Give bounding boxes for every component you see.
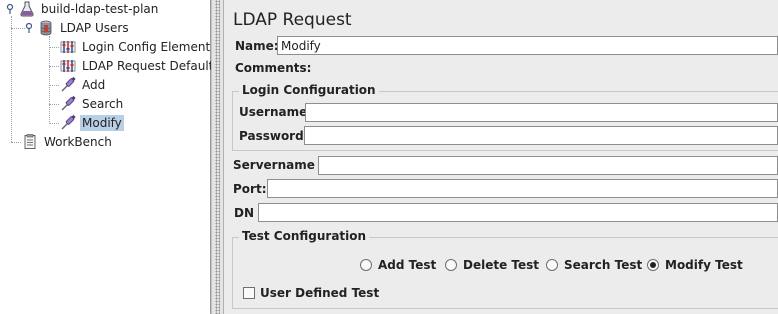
- divider-grip: [215, 0, 220, 314]
- port-field[interactable]: [267, 179, 778, 198]
- radio-delete-test[interactable]: Delete Test: [445, 257, 539, 273]
- tree-connector: [49, 104, 59, 105]
- password-field[interactable]: [304, 126, 778, 145]
- tree-node-workbench[interactable]: WorkBench: [22, 133, 114, 151]
- servername-field[interactable]: [318, 156, 778, 175]
- tree-node-modify[interactable]: Modify: [60, 114, 124, 132]
- radio-button-selected-icon: [647, 259, 659, 271]
- sampler-icon: [60, 76, 76, 93]
- radio-label: Delete Test: [463, 258, 540, 272]
- radio-label: Modify Test: [665, 258, 743, 272]
- expand-handle-icon[interactable]: [24, 23, 34, 33]
- username-label: Username: [239, 105, 308, 119]
- user-defined-test-checkbox[interactable]: User Defined Test: [243, 285, 379, 301]
- radio-add-test[interactable]: Add Test: [360, 257, 436, 273]
- radio-label: Add Test: [378, 258, 437, 272]
- tree-connector: [11, 142, 21, 143]
- tree-node-label: Login Config Element: [82, 40, 211, 54]
- sampler-icon: [60, 95, 76, 112]
- name-field[interactable]: [277, 36, 778, 55]
- tree-node-label: WorkBench: [44, 135, 112, 149]
- radio-search-test[interactable]: Search Test: [546, 257, 642, 273]
- config-element-icon: [60, 39, 76, 55]
- tree-connector: [11, 28, 25, 29]
- split-pane-divider[interactable]: [211, 0, 224, 314]
- group-title: Login Configuration: [239, 83, 379, 97]
- tree-node-label: Add: [82, 78, 106, 92]
- username-field[interactable]: [305, 103, 778, 122]
- tree-connector: [49, 66, 59, 67]
- tree-node-test-plan[interactable]: build-ldap-test-plan: [5, 0, 160, 18]
- password-label: Password: [239, 129, 304, 143]
- tree-node-thread-group[interactable]: LDAP Users: [24, 19, 131, 37]
- tree-connector: [49, 123, 59, 124]
- tree-node-label: LDAP Request Defaults: [82, 59, 220, 73]
- servername-label: Servername :: [233, 158, 324, 172]
- name-label: Name:: [235, 39, 279, 53]
- tree-node-label: LDAP Users: [60, 21, 129, 35]
- radio-button-icon: [546, 259, 558, 271]
- dn-field[interactable]: [258, 203, 778, 222]
- tree-connector: [49, 85, 59, 86]
- port-label: Port:: [233, 182, 267, 196]
- checkbox-icon: [243, 287, 255, 299]
- workbench-icon: [22, 134, 38, 150]
- expand-handle-icon[interactable]: [5, 4, 15, 14]
- checkbox-label: User Defined Test: [260, 286, 380, 300]
- group-title: Test Configuration: [239, 229, 370, 243]
- radio-label: Search Test: [564, 258, 643, 272]
- radio-button-icon: [445, 259, 457, 271]
- tree-connector: [49, 47, 59, 48]
- tree-node-label: Modify: [80, 115, 124, 131]
- page-title: LDAP Request: [233, 10, 352, 30]
- tree-node-label: build-ldap-test-plan: [41, 2, 159, 16]
- tree-node-label: Search: [82, 97, 124, 111]
- test-plan-icon: [19, 1, 35, 17]
- tree-node-search[interactable]: Search: [60, 95, 125, 113]
- tree-connector: [11, 16, 12, 142]
- ldap-request-panel: LDAP Request Name: Comments: Login Confi…: [225, 0, 778, 314]
- config-element-icon: [60, 58, 76, 74]
- radio-modify-test[interactable]: Modify Test: [647, 257, 743, 273]
- comments-label: Comments:: [235, 61, 312, 75]
- thread-group-icon: [38, 20, 54, 36]
- tree-node-add[interactable]: Add: [60, 76, 107, 94]
- tree-node-login-config-element[interactable]: Login Config Element: [60, 38, 212, 56]
- tree-node-ldap-request-defaults[interactable]: LDAP Request Defaults: [60, 57, 222, 75]
- tree-connector: [49, 36, 50, 124]
- radio-button-icon: [360, 259, 372, 271]
- dn-label: DN: [234, 206, 255, 220]
- test-plan-tree[interactable]: build-ldap-test-plan LDAP Users Login Co…: [0, 0, 220, 314]
- sampler-icon: [60, 114, 76, 131]
